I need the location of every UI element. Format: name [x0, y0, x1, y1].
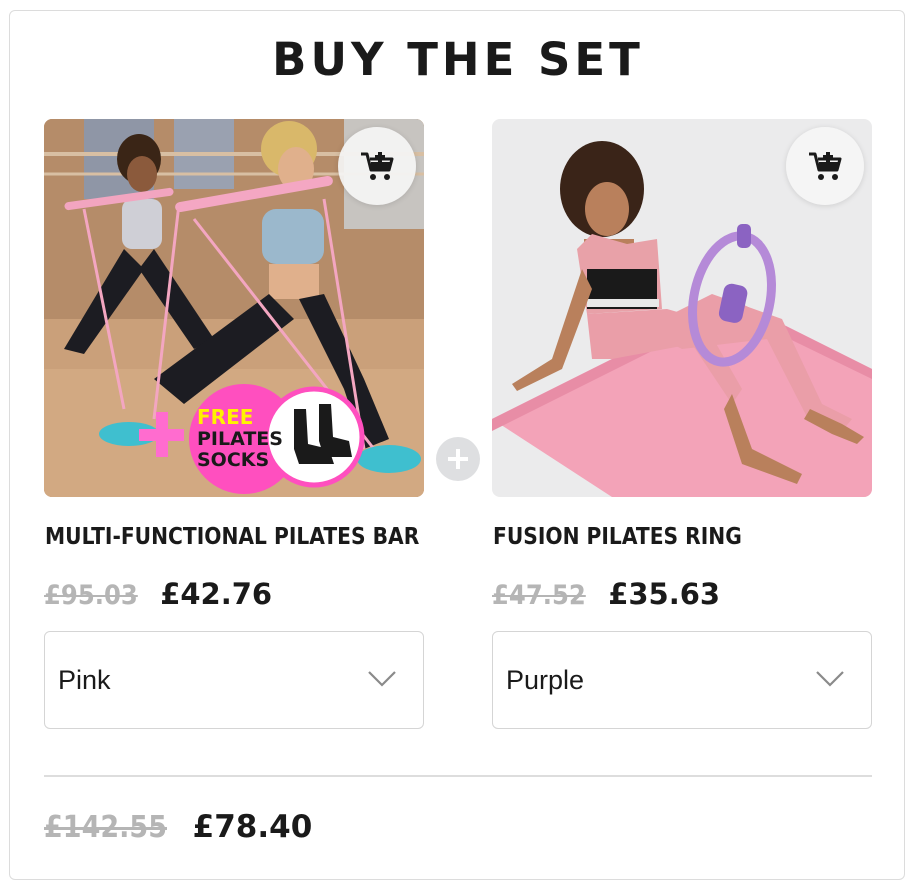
variant-select-pilates-ring[interactable]: Purple — [492, 631, 872, 729]
old-price: £95.03 — [44, 580, 138, 611]
add-to-cart-button[interactable] — [338, 127, 416, 205]
plus-icon — [436, 437, 480, 481]
add-to-cart-icon — [809, 152, 842, 180]
variant-select-pilates-bar[interactable]: Pink — [44, 631, 424, 729]
product-image-pilates-bar[interactable]: FREE PILATES SOCKS — [44, 119, 424, 497]
chevron-down-icon — [816, 671, 844, 687]
badge-free-text: FREE — [197, 405, 253, 429]
sale-price: £42.76 — [160, 577, 273, 611]
badge-socks-text: SOCKS — [197, 449, 269, 471]
add-to-cart-icon — [361, 152, 394, 180]
chevron-down-icon — [368, 671, 396, 687]
old-price: £47.52 — [492, 580, 586, 611]
divider — [44, 775, 872, 777]
badge-pilates-text: PILATES — [197, 428, 283, 450]
bundle-total-price: £78.40 — [192, 809, 313, 845]
bundle-total: £142.55 £78.40 — [44, 809, 312, 845]
price-row-pilates-bar: £95.03 £42.76 — [44, 577, 272, 611]
section-title: BUY THE SET — [272, 33, 644, 86]
variant-select-value: Pink — [58, 664, 111, 695]
variant-select-value: Purple — [506, 664, 585, 695]
product-name-pilates-bar[interactable]: MULTI-FUNCTIONAL PILATES BAR — [45, 524, 419, 550]
price-row-pilates-ring: £47.52 £35.63 — [492, 577, 720, 611]
bundle-old-total: £142.55 — [44, 810, 167, 845]
product-name-pilates-ring[interactable]: FUSION PILATES RING — [493, 524, 742, 550]
sale-price: £35.63 — [608, 577, 721, 611]
add-to-cart-button[interactable] — [786, 127, 864, 205]
product-image-pilates-ring[interactable] — [492, 119, 872, 497]
